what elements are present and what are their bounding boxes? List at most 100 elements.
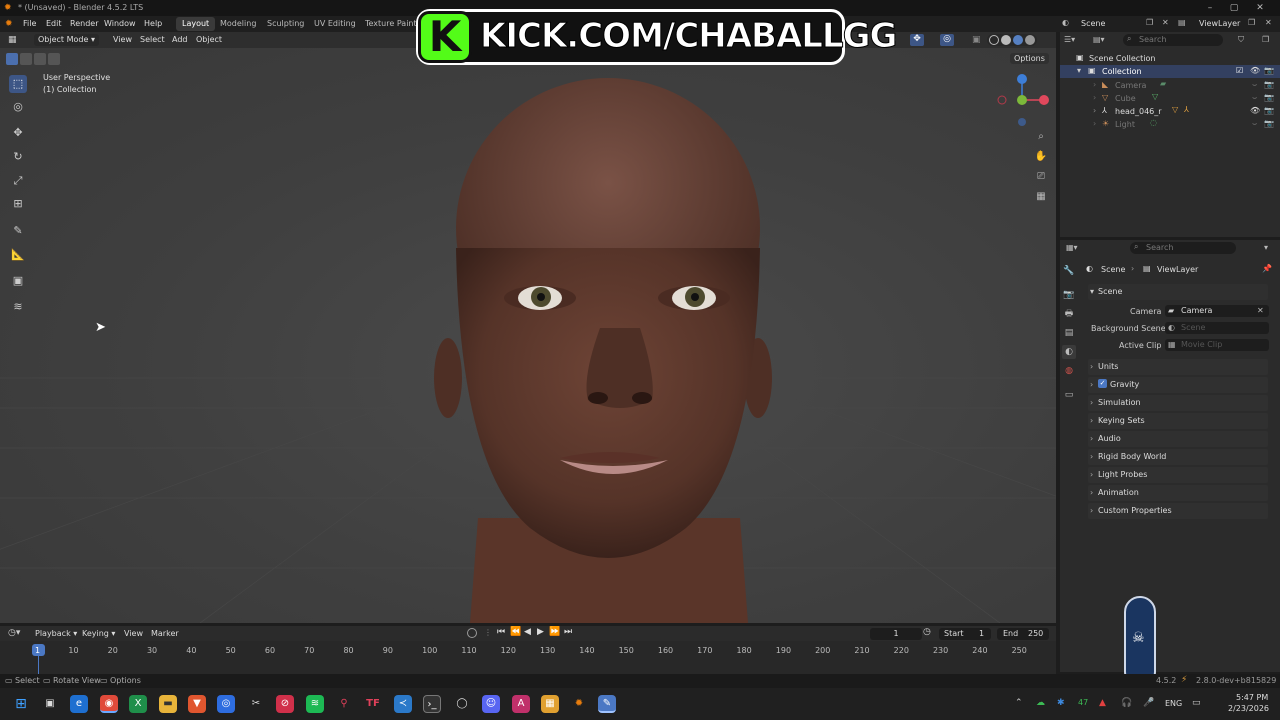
clock-time[interactable]: 5:47 PM: [1236, 693, 1268, 702]
blender-taskbar-icon[interactable]: ✹: [570, 695, 588, 713]
jump-end-icon[interactable]: ⏭: [564, 627, 572, 637]
close-icon[interactable]: ✕: [1253, 1, 1267, 15]
outliner-row-collection[interactable]: ▾ ▣ Collection ☑ 👁 📷: [1060, 65, 1280, 78]
bluetooth-icon[interactable]: ✱: [1057, 698, 1065, 708]
add-cube-tool-icon[interactable]: ▣: [9, 272, 27, 290]
checkbox-icon[interactable]: ☑: [1236, 66, 1243, 75]
language-indicator[interactable]: ENG: [1165, 699, 1182, 708]
3d-viewport[interactable]: [0, 48, 1056, 623]
menu-file[interactable]: File: [23, 19, 36, 28]
play-icon[interactable]: ▶: [537, 627, 544, 637]
new-collection-icon[interactable]: ❐: [1262, 35, 1274, 45]
tf-app-icon[interactable]: TF: [364, 695, 382, 713]
timeline-menu-playback[interactable]: Playback ▾: [35, 628, 77, 640]
play-reverse-icon[interactable]: ◀: [524, 627, 531, 637]
solid-shading-icon[interactable]: [1001, 35, 1011, 45]
terminal-icon[interactable]: ›_: [423, 695, 441, 713]
tab-texture-paint[interactable]: Texture Paint: [359, 17, 423, 31]
jump-keyframe-back-icon[interactable]: ⏪: [510, 627, 521, 637]
panel-rigid-body-world[interactable]: › Rigid Body World: [1088, 449, 1268, 465]
camera-render-icon[interactable]: 📷: [1264, 66, 1274, 75]
collapse-arrow-icon[interactable]: ▾: [1090, 287, 1094, 296]
eye-icon[interactable]: 👁: [1250, 66, 1260, 75]
maximize-icon[interactable]: ▢: [1227, 1, 1241, 15]
annotate-tool-icon[interactable]: ✎: [9, 222, 27, 240]
app-grid-icon[interactable]: ▦: [541, 695, 559, 713]
select-new-icon[interactable]: [6, 53, 18, 65]
measure-tool-icon[interactable]: 📐: [9, 246, 27, 264]
scene-section-header[interactable]: ▾ Scene: [1088, 284, 1268, 300]
rendered-shading-icon[interactable]: [1025, 35, 1035, 45]
camera-render-icon[interactable]: 📷: [1264, 80, 1274, 89]
panel-units[interactable]: › Units: [1088, 359, 1268, 375]
pin-icon[interactable]: 📌: [1262, 264, 1272, 273]
spotify-icon[interactable]: ≋: [306, 695, 324, 713]
tab-layout[interactable]: Layout: [176, 17, 216, 31]
github-icon[interactable]: ◯: [453, 695, 471, 713]
expand-arrow-icon[interactable]: ›: [1093, 106, 1096, 115]
expand-arrow-icon[interactable]: ›: [1093, 80, 1096, 89]
panel-custom-properties[interactable]: › Custom Properties: [1088, 503, 1268, 519]
menu-edit[interactable]: Edit: [46, 19, 62, 28]
select-subtract-icon[interactable]: [34, 53, 46, 65]
outliner-search[interactable]: ⌕ Search: [1123, 34, 1223, 46]
xray-icon[interactable]: ▣: [972, 35, 984, 45]
active-clip-field[interactable]: ▦ Movie Clip: [1165, 339, 1269, 351]
tab-modeling[interactable]: Modeling: [214, 17, 262, 31]
network-icon[interactable]: ▭: [1192, 698, 1201, 708]
expand-arrow-icon[interactable]: ›: [1093, 119, 1096, 128]
display-mode-icon[interactable]: ▤▾: [1093, 35, 1113, 45]
maps-pin-icon[interactable]: ⚲: [335, 695, 353, 713]
outliner-row-cube[interactable]: › ▽ Cube ▽ ⌣ 📷: [1060, 92, 1280, 105]
camera-render-icon[interactable]: 📷: [1264, 93, 1274, 102]
tray-warning-icon[interactable]: ▲: [1099, 698, 1106, 708]
head-model[interactable]: [434, 78, 772, 623]
windows-start-icon[interactable]: ⊞: [12, 695, 30, 713]
panel-animation[interactable]: › Animation: [1088, 485, 1268, 501]
outliner-row-light[interactable]: › ☀ Light ◌ ⌣ 📷: [1060, 118, 1280, 131]
jump-start-icon[interactable]: ⏮: [497, 627, 505, 637]
select-box-tool-icon[interactable]: ⬚: [9, 75, 27, 93]
options-dropdown[interactable]: Options: [1010, 53, 1049, 64]
camera-field[interactable]: ▰ Camera ✕: [1165, 305, 1269, 317]
timeline-menu-marker[interactable]: Marker: [151, 628, 179, 640]
wireframe-shading-icon[interactable]: [989, 35, 999, 45]
camera-view-icon[interactable]: ⎚: [1033, 169, 1049, 185]
vscode-icon[interactable]: ≺: [394, 695, 412, 713]
panel-audio[interactable]: › Audio: [1088, 431, 1268, 447]
select-intersect-icon[interactable]: [48, 53, 60, 65]
cursor-tool-icon[interactable]: ◎: [9, 98, 27, 116]
timeline-editor-type-icon[interactable]: ◷▾: [8, 628, 26, 638]
menu-window[interactable]: Window: [104, 19, 136, 28]
jump-keyframe-forward-icon[interactable]: ⏩: [549, 627, 560, 637]
expand-arrow-icon[interactable]: ▾: [1077, 66, 1081, 75]
pan-hand-icon[interactable]: ✋: [1033, 149, 1049, 165]
blender-menu-icon[interactable]: ✹: [5, 19, 17, 29]
tray-app-icon[interactable]: ☁: [1036, 698, 1045, 708]
chrome-icon[interactable]: ◉: [100, 695, 118, 713]
task-view-icon[interactable]: ▣: [41, 695, 59, 713]
brave-icon[interactable]: ▼: [188, 695, 206, 713]
tools-icon[interactable]: ✂: [247, 695, 265, 713]
outliner-row-camera[interactable]: › ◣ Camera ▰ ⌣ 📷: [1060, 79, 1280, 92]
delete-scene-icon[interactable]: ✕: [1162, 18, 1172, 28]
record-icon[interactable]: [467, 628, 477, 638]
properties-editor-type-icon[interactable]: ▦▾: [1066, 243, 1088, 253]
menu-help[interactable]: Help: [144, 19, 162, 28]
scale-tool-icon[interactable]: ⤢: [9, 172, 27, 190]
minimize-icon[interactable]: –: [1203, 1, 1217, 15]
panel-keying-sets[interactable]: › Keying Sets: [1088, 413, 1268, 429]
move-tool-icon[interactable]: ✥: [9, 124, 27, 142]
perspective-toggle-icon[interactable]: ▦: [1033, 189, 1049, 205]
excel-icon[interactable]: X: [129, 695, 147, 713]
tray-expand-icon[interactable]: ⌃: [1015, 698, 1023, 708]
clock-icon[interactable]: ◷: [923, 627, 931, 637]
menu-render[interactable]: Render: [70, 19, 98, 28]
outliner-editor-type-icon[interactable]: ☰▾: [1064, 35, 1088, 45]
view-layer-name[interactable]: ViewLayer: [1199, 19, 1240, 28]
viewport-menu-add[interactable]: Add: [172, 34, 188, 46]
hide-icon[interactable]: ⌣: [1252, 119, 1257, 129]
collection-properties-icon[interactable]: ▭: [1062, 388, 1076, 402]
timeline-menu-keying[interactable]: Keying ▾: [82, 628, 115, 640]
navigation-gizmo[interactable]: [995, 72, 1051, 128]
